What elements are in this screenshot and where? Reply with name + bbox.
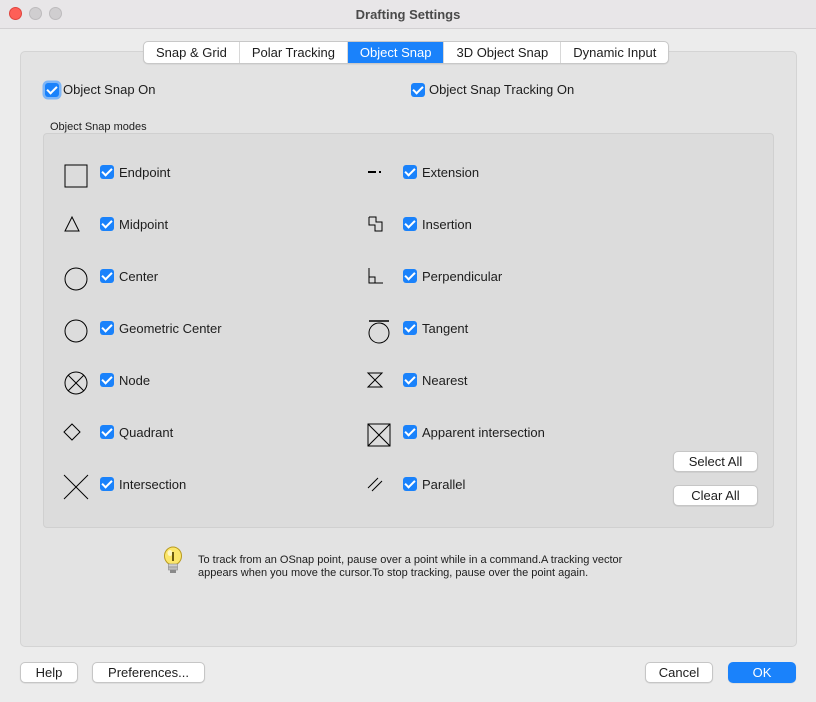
object-snap-on-option[interactable]: Object Snap On: [45, 82, 156, 97]
perpendicular-icon: [368, 268, 383, 284]
ok-button[interactable]: OK: [728, 662, 796, 683]
parallel-checkbox[interactable]: [403, 477, 417, 491]
center-circle-icon: [64, 267, 88, 291]
object-snap-on-checkbox[interactable]: [45, 82, 59, 97]
extension-mode[interactable]: Extension: [403, 162, 479, 182]
object-snap-tracking-checkbox[interactable]: [411, 82, 425, 97]
perpendicular-label: Perpendicular: [422, 268, 503, 284]
tracking-hint-text: To track from an OSnap point, pause over…: [198, 554, 678, 580]
center-checkbox[interactable]: [100, 269, 114, 283]
endpoint-label: Endpoint: [119, 164, 171, 180]
nearest-hourglass-icon: [366, 372, 384, 388]
tab-dynamic-input[interactable]: Dynamic Input: [561, 42, 668, 63]
nearest-label: Nearest: [422, 372, 468, 388]
node-circle-x-icon: [64, 371, 88, 395]
extension-label: Extension: [422, 164, 480, 180]
tab-polar-tracking[interactable]: Polar Tracking: [240, 42, 348, 63]
lightbulb-icon: [164, 546, 182, 573]
node-label: Node: [119, 372, 151, 388]
tab-3d-object-snap[interactable]: 3D Object Snap: [444, 42, 562, 63]
geometric-center-mode[interactable]: Geometric Center: [100, 318, 222, 338]
object-snap-tracking-option[interactable]: Object Snap Tracking On: [411, 82, 574, 97]
select-all-button[interactable]: Select All: [673, 451, 758, 472]
midpoint-label: Midpoint: [119, 216, 169, 232]
tangent-mode[interactable]: Tangent: [403, 318, 468, 338]
apparent-intersection-label: Apparent intersection: [422, 424, 545, 440]
intersection-x-icon: [63, 474, 89, 500]
tangent-icon: [368, 320, 390, 344]
help-button[interactable]: Help: [20, 662, 78, 683]
extension-dash-icon: [368, 171, 381, 173]
object-snap-on-label: Object Snap On: [63, 82, 156, 97]
endpoint-mode[interactable]: Endpoint: [100, 162, 170, 182]
intersection-label: Intersection: [119, 476, 187, 492]
hint-line-1: To track from an OSnap point, pause over…: [198, 554, 623, 566]
nearest-checkbox[interactable]: [403, 373, 417, 387]
apparent-intersection-mode[interactable]: Apparent intersection: [403, 422, 545, 442]
endpoint-square-icon: [64, 164, 88, 188]
geometric-center-label: Geometric Center: [119, 320, 222, 336]
apparent-intersection-checkbox[interactable]: [403, 425, 417, 439]
center-mode[interactable]: Center: [100, 266, 158, 286]
insertion-checkbox[interactable]: [403, 217, 417, 231]
intersection-mode[interactable]: Intersection: [100, 474, 186, 494]
perpendicular-mode[interactable]: Perpendicular: [403, 266, 502, 286]
midpoint-checkbox[interactable]: [100, 217, 114, 231]
tab-snap-grid[interactable]: Snap & Grid: [144, 42, 240, 63]
insertion-mode[interactable]: Insertion: [403, 214, 472, 234]
clear-all-button[interactable]: Clear All: [673, 485, 758, 506]
apparent-intersection-icon: [367, 423, 391, 447]
intersection-checkbox[interactable]: [100, 477, 114, 491]
object-snap-tracking-label: Object Snap Tracking On: [429, 82, 575, 97]
insertion-label: Insertion: [422, 216, 472, 232]
parallel-mode[interactable]: Parallel: [403, 474, 465, 494]
tangent-checkbox[interactable]: [403, 321, 417, 335]
window-title: Drafting Settings: [355, 7, 461, 22]
cancel-button[interactable]: Cancel: [645, 662, 713, 683]
node-checkbox[interactable]: [100, 373, 114, 387]
quadrant-mode[interactable]: Quadrant: [100, 422, 173, 442]
endpoint-checkbox[interactable]: [100, 165, 114, 179]
tab-bar: Snap & Grid Polar Tracking Object Snap 3…: [143, 41, 670, 64]
nearest-mode[interactable]: Nearest: [403, 370, 468, 390]
geometric-center-checkbox[interactable]: [100, 321, 114, 335]
quadrant-diamond-icon: [63, 423, 81, 441]
midpoint-triangle-icon: [64, 215, 80, 232]
quadrant-checkbox[interactable]: [100, 425, 114, 439]
preferences-button[interactable]: Preferences...: [92, 662, 205, 683]
center-label: Center: [119, 268, 159, 284]
parallel-label: Parallel: [422, 476, 466, 492]
parallel-lines-icon: [367, 477, 383, 492]
extension-checkbox[interactable]: [403, 165, 417, 179]
tab-object-snap[interactable]: Object Snap: [347, 42, 445, 63]
geometric-center-circle-icon: [64, 319, 88, 343]
quadrant-label: Quadrant: [119, 424, 174, 440]
title-bar: Drafting Settings: [0, 0, 816, 29]
hint-line-2: appears when you move the cursor.To stop…: [198, 567, 589, 579]
node-mode[interactable]: Node: [100, 370, 150, 390]
midpoint-mode[interactable]: Midpoint: [100, 214, 168, 234]
insertion-squares-icon: [368, 216, 383, 232]
tangent-label: Tangent: [422, 320, 469, 336]
object-snap-modes-title: Object Snap modes: [50, 121, 147, 133]
perpendicular-checkbox[interactable]: [403, 269, 417, 283]
